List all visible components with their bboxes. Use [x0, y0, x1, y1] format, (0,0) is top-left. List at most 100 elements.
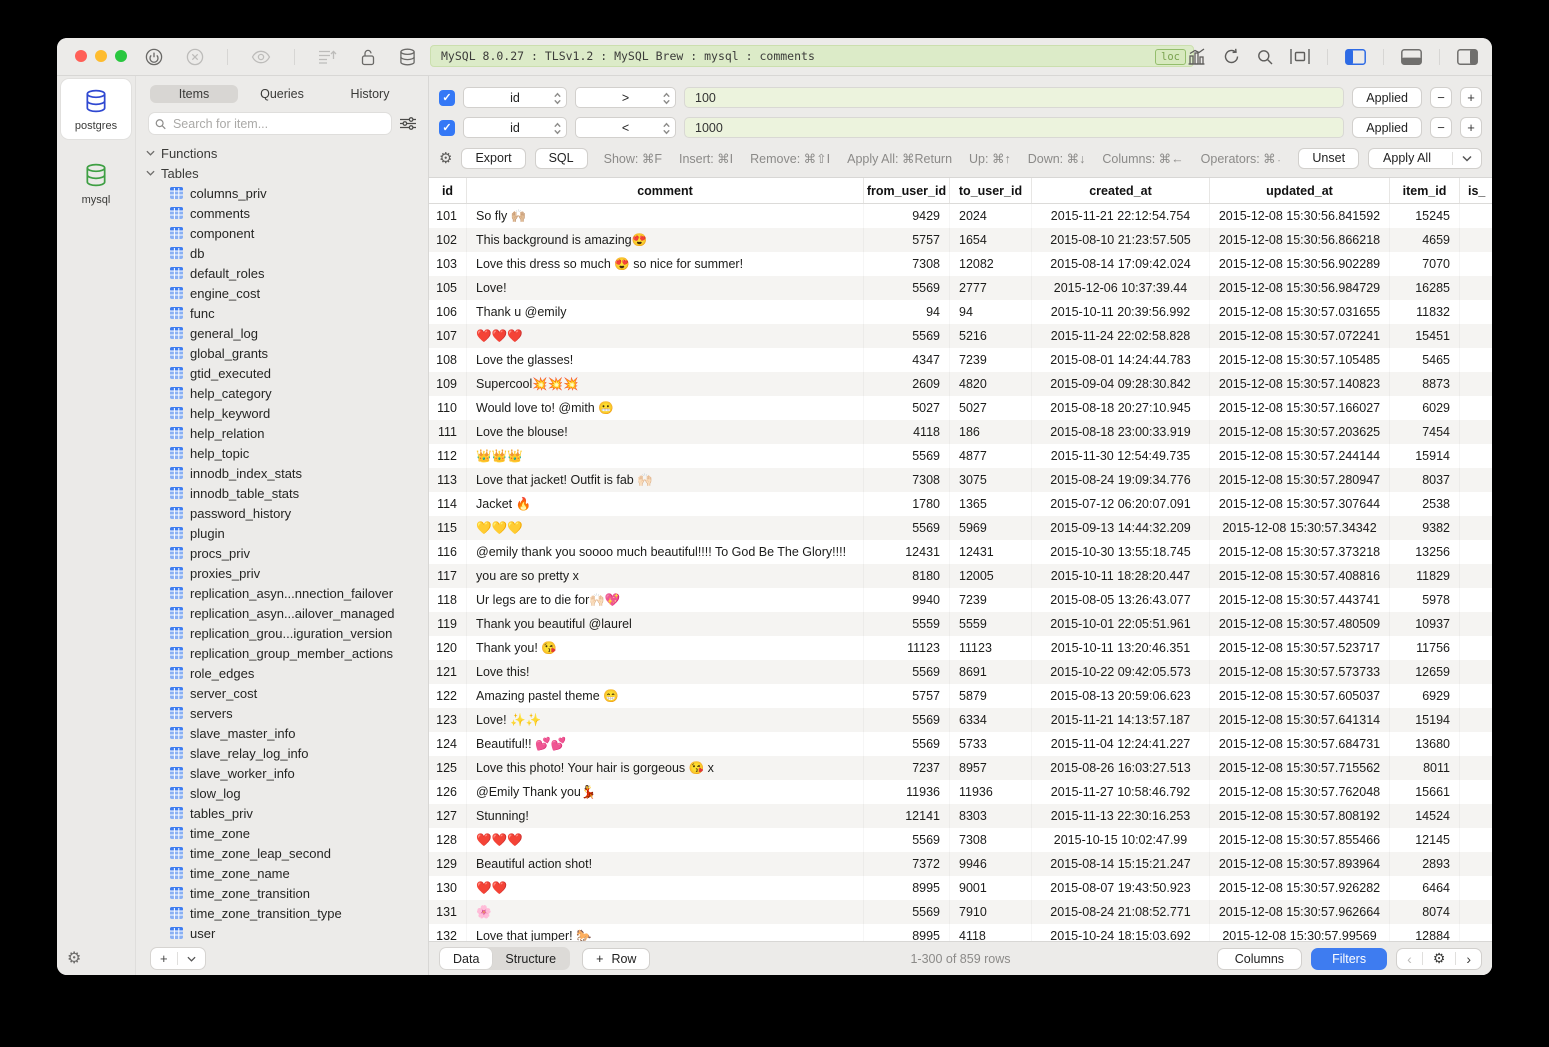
sidebar-table-item[interactable]: innodb_table_stats: [136, 483, 428, 503]
add-item-button[interactable]: +: [151, 948, 177, 969]
cell-comment[interactable]: Love this dress so much 😍 so nice for su…: [467, 252, 864, 276]
sidebar-table-item[interactable]: help_topic: [136, 443, 428, 463]
column-header-updated_at[interactable]: updated_at: [1210, 178, 1390, 203]
cell-created_at[interactable]: 2015-11-21 22:12:54.754: [1032, 204, 1210, 228]
cell-comment[interactable]: Ur legs are to die for🙌🏻💖: [467, 588, 864, 612]
cell-updated_at[interactable]: 2015-12-08 15:30:57.573733: [1210, 660, 1390, 684]
cell-item_id[interactable]: 11756: [1390, 636, 1460, 660]
cell-updated_at[interactable]: 2015-12-08 15:30:57.808192: [1210, 804, 1390, 828]
cell-updated_at[interactable]: 2015-12-08 15:30:57.166027: [1210, 396, 1390, 420]
tab-history[interactable]: History: [326, 85, 414, 103]
cell-id[interactable]: 123: [429, 708, 467, 732]
cell-comment[interactable]: Stunning!: [467, 804, 864, 828]
sidebar-table-item[interactable]: comments: [136, 203, 428, 223]
cell-updated_at[interactable]: 2015-12-08 15:30:57.715562: [1210, 756, 1390, 780]
fit-columns-icon[interactable]: [1290, 49, 1310, 64]
cell-to_user_id[interactable]: 2777: [950, 276, 1032, 300]
cell-updated_at[interactable]: 2015-12-08 15:30:57.203625: [1210, 420, 1390, 444]
cell-created_at[interactable]: 2015-10-11 20:39:56.992: [1032, 300, 1210, 324]
cell-comment[interactable]: 👑👑👑: [467, 444, 864, 468]
sidebar-table-item[interactable]: time_zone_leap_second: [136, 843, 428, 863]
process-chart-icon[interactable]: [1187, 48, 1206, 65]
cell-to_user_id[interactable]: 5969: [950, 516, 1032, 540]
refresh-icon[interactable]: [1223, 48, 1240, 65]
cell-created_at[interactable]: 2015-09-13 14:44:32.209: [1032, 516, 1210, 540]
cell-item_id[interactable]: 12659: [1390, 660, 1460, 684]
cell-updated_at[interactable]: 2015-12-08 15:30:56.866218: [1210, 228, 1390, 252]
cell-is_[interactable]: [1460, 516, 1492, 540]
add-row-button[interactable]: + Row: [582, 948, 650, 970]
cell-id[interactable]: 127: [429, 804, 467, 828]
filter-applied-button[interactable]: Applied: [1352, 87, 1422, 108]
cell-created_at[interactable]: 2015-10-11 18:28:20.447: [1032, 564, 1210, 588]
cell-item_id[interactable]: 7070: [1390, 252, 1460, 276]
sidebar-table-item[interactable]: password_history: [136, 503, 428, 523]
sidebar-table-item[interactable]: slave_master_info: [136, 723, 428, 743]
cell-created_at[interactable]: 2015-08-14 15:15:21.247: [1032, 852, 1210, 876]
cell-id[interactable]: 115: [429, 516, 467, 540]
cell-updated_at[interactable]: 2015-12-08 15:30:57.031655: [1210, 300, 1390, 324]
tab-data[interactable]: Data: [440, 948, 492, 969]
cell-from_user_id[interactable]: 7308: [864, 468, 950, 492]
cell-to_user_id[interactable]: 5027: [950, 396, 1032, 420]
cell-id[interactable]: 128: [429, 828, 467, 852]
cell-to_user_id[interactable]: 1365: [950, 492, 1032, 516]
cell-is_[interactable]: [1460, 468, 1492, 492]
cell-from_user_id[interactable]: 8180: [864, 564, 950, 588]
cell-comment[interactable]: Love that jumper! 🐎: [467, 924, 864, 941]
cell-created_at[interactable]: 2015-11-27 10:58:46.792: [1032, 780, 1210, 804]
cell-is_[interactable]: [1460, 636, 1492, 660]
cell-to_user_id[interactable]: 9001: [950, 876, 1032, 900]
cell-id[interactable]: 111: [429, 420, 467, 444]
cell-is_[interactable]: [1460, 924, 1492, 941]
database-icon[interactable]: [399, 48, 416, 66]
cell-item_id[interactable]: 7454: [1390, 420, 1460, 444]
sidebar-table-item[interactable]: help_keyword: [136, 403, 428, 423]
filter-operator-select[interactable]: <: [575, 117, 676, 138]
cell-to_user_id[interactable]: 8691: [950, 660, 1032, 684]
cell-to_user_id[interactable]: 5559: [950, 612, 1032, 636]
cell-is_[interactable]: [1460, 252, 1492, 276]
cell-id[interactable]: 109: [429, 372, 467, 396]
cell-id[interactable]: 102: [429, 228, 467, 252]
cell-from_user_id[interactable]: 5757: [864, 228, 950, 252]
cell-from_user_id[interactable]: 9940: [864, 588, 950, 612]
sidebar-table-item[interactable]: db: [136, 243, 428, 263]
tab-queries[interactable]: Queries: [238, 85, 326, 103]
cell-created_at[interactable]: 2015-08-14 17:09:42.024: [1032, 252, 1210, 276]
cell-is_[interactable]: [1460, 876, 1492, 900]
toggle-right-panel-icon[interactable]: [1457, 49, 1478, 65]
cell-from_user_id[interactable]: 7372: [864, 852, 950, 876]
cell-updated_at[interactable]: 2015-12-08 15:30:56.902289: [1210, 252, 1390, 276]
cell-to_user_id[interactable]: 7308: [950, 828, 1032, 852]
cell-updated_at[interactable]: 2015-12-08 15:30:57.307644: [1210, 492, 1390, 516]
cell-is_[interactable]: [1460, 228, 1492, 252]
column-header-id[interactable]: id: [429, 178, 467, 203]
filters-button[interactable]: Filters: [1311, 948, 1387, 970]
filter-value-input[interactable]: [687, 121, 1341, 135]
cell-to_user_id[interactable]: 4118: [950, 924, 1032, 941]
cell-from_user_id[interactable]: 2609: [864, 372, 950, 396]
sidebar-table-item[interactable]: slow_log: [136, 783, 428, 803]
cell-updated_at[interactable]: 2015-12-08 15:30:57.105485: [1210, 348, 1390, 372]
filter-enabled-checkbox[interactable]: ✓: [439, 90, 455, 106]
cell-created_at[interactable]: 2015-10-30 13:55:18.745: [1032, 540, 1210, 564]
cell-to_user_id[interactable]: 5216: [950, 324, 1032, 348]
cell-comment[interactable]: Love this photo! Your hair is gorgeous 😘…: [467, 756, 864, 780]
add-filter-button[interactable]: +: [1460, 117, 1482, 138]
cell-item_id[interactable]: 10937: [1390, 612, 1460, 636]
next-page-button[interactable]: ›: [1456, 949, 1481, 969]
toggle-bottom-panel-icon[interactable]: [1401, 49, 1422, 65]
column-header-item_id[interactable]: item_id: [1390, 178, 1460, 203]
cell-created_at[interactable]: 2015-09-04 09:28:30.842: [1032, 372, 1210, 396]
cell-item_id[interactable]: 8873: [1390, 372, 1460, 396]
cell-from_user_id[interactable]: 5569: [864, 708, 950, 732]
sidebar-table-item[interactable]: time_zone_transition_type: [136, 903, 428, 923]
cell-item_id[interactable]: 8074: [1390, 900, 1460, 924]
cell-to_user_id[interactable]: 7910: [950, 900, 1032, 924]
sidebar-table-item[interactable]: procs_priv: [136, 543, 428, 563]
apply-all-button[interactable]: Apply All: [1368, 148, 1482, 169]
cell-to_user_id[interactable]: 94: [950, 300, 1032, 324]
sidebar-table-item[interactable]: general_log: [136, 323, 428, 343]
cell-created_at[interactable]: 2015-11-24 22:02:58.828: [1032, 324, 1210, 348]
